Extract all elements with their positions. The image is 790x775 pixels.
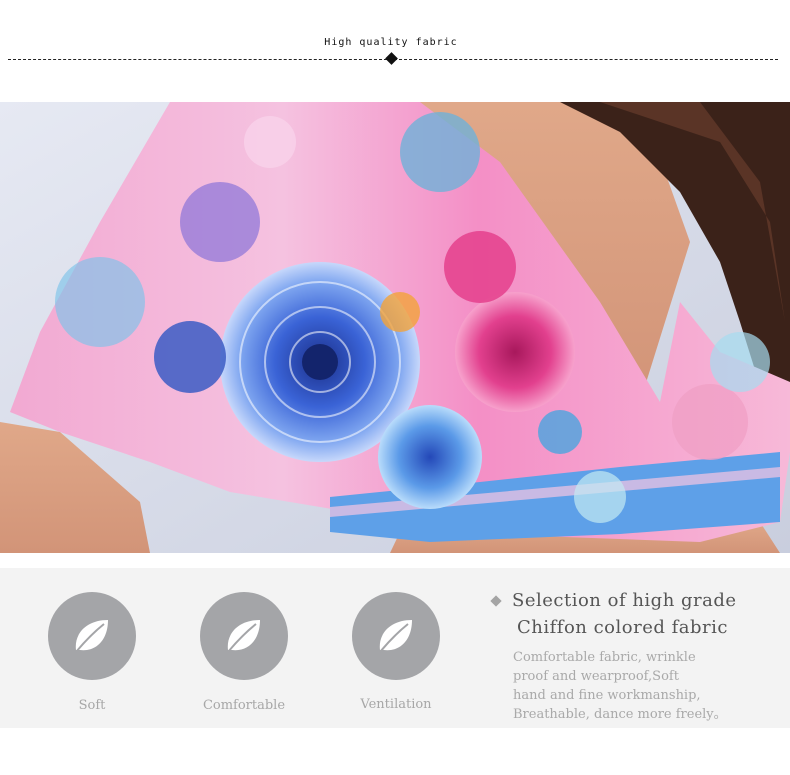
description-line: Breathable, dance more freely。 bbox=[513, 707, 727, 722]
description-body: Comfortable fabric, wrinkle proof and we… bbox=[513, 648, 783, 724]
feature-soft: Soft bbox=[37, 592, 147, 713]
feature-label: Comfortable bbox=[202, 698, 286, 713]
leaf-icon bbox=[379, 620, 412, 653]
feature-comfortable: Comfortable bbox=[189, 592, 299, 713]
description-heading-line2: Chiffon colored fabric bbox=[517, 617, 728, 638]
feature-label: Ventilation bbox=[360, 697, 432, 712]
section-title: High quality fabric bbox=[324, 37, 458, 48]
diamond-marker bbox=[385, 52, 398, 65]
description-line: Comfortable fabric, wrinkle bbox=[513, 650, 696, 665]
description-line: proof and wearproof,Soft bbox=[513, 669, 679, 684]
leaf-icon bbox=[227, 620, 260, 653]
description-line: hand and fine workmanship, bbox=[513, 688, 701, 703]
feature-circle bbox=[48, 592, 136, 680]
description-heading-line1: Selection of high grade bbox=[512, 590, 737, 611]
feature-circle bbox=[200, 592, 288, 680]
feature-label: Soft bbox=[78, 698, 106, 713]
leaf-icon bbox=[75, 620, 108, 653]
feature-ventilation: Ventilation bbox=[341, 592, 451, 712]
product-photo bbox=[0, 102, 790, 553]
feature-circle bbox=[352, 592, 440, 680]
